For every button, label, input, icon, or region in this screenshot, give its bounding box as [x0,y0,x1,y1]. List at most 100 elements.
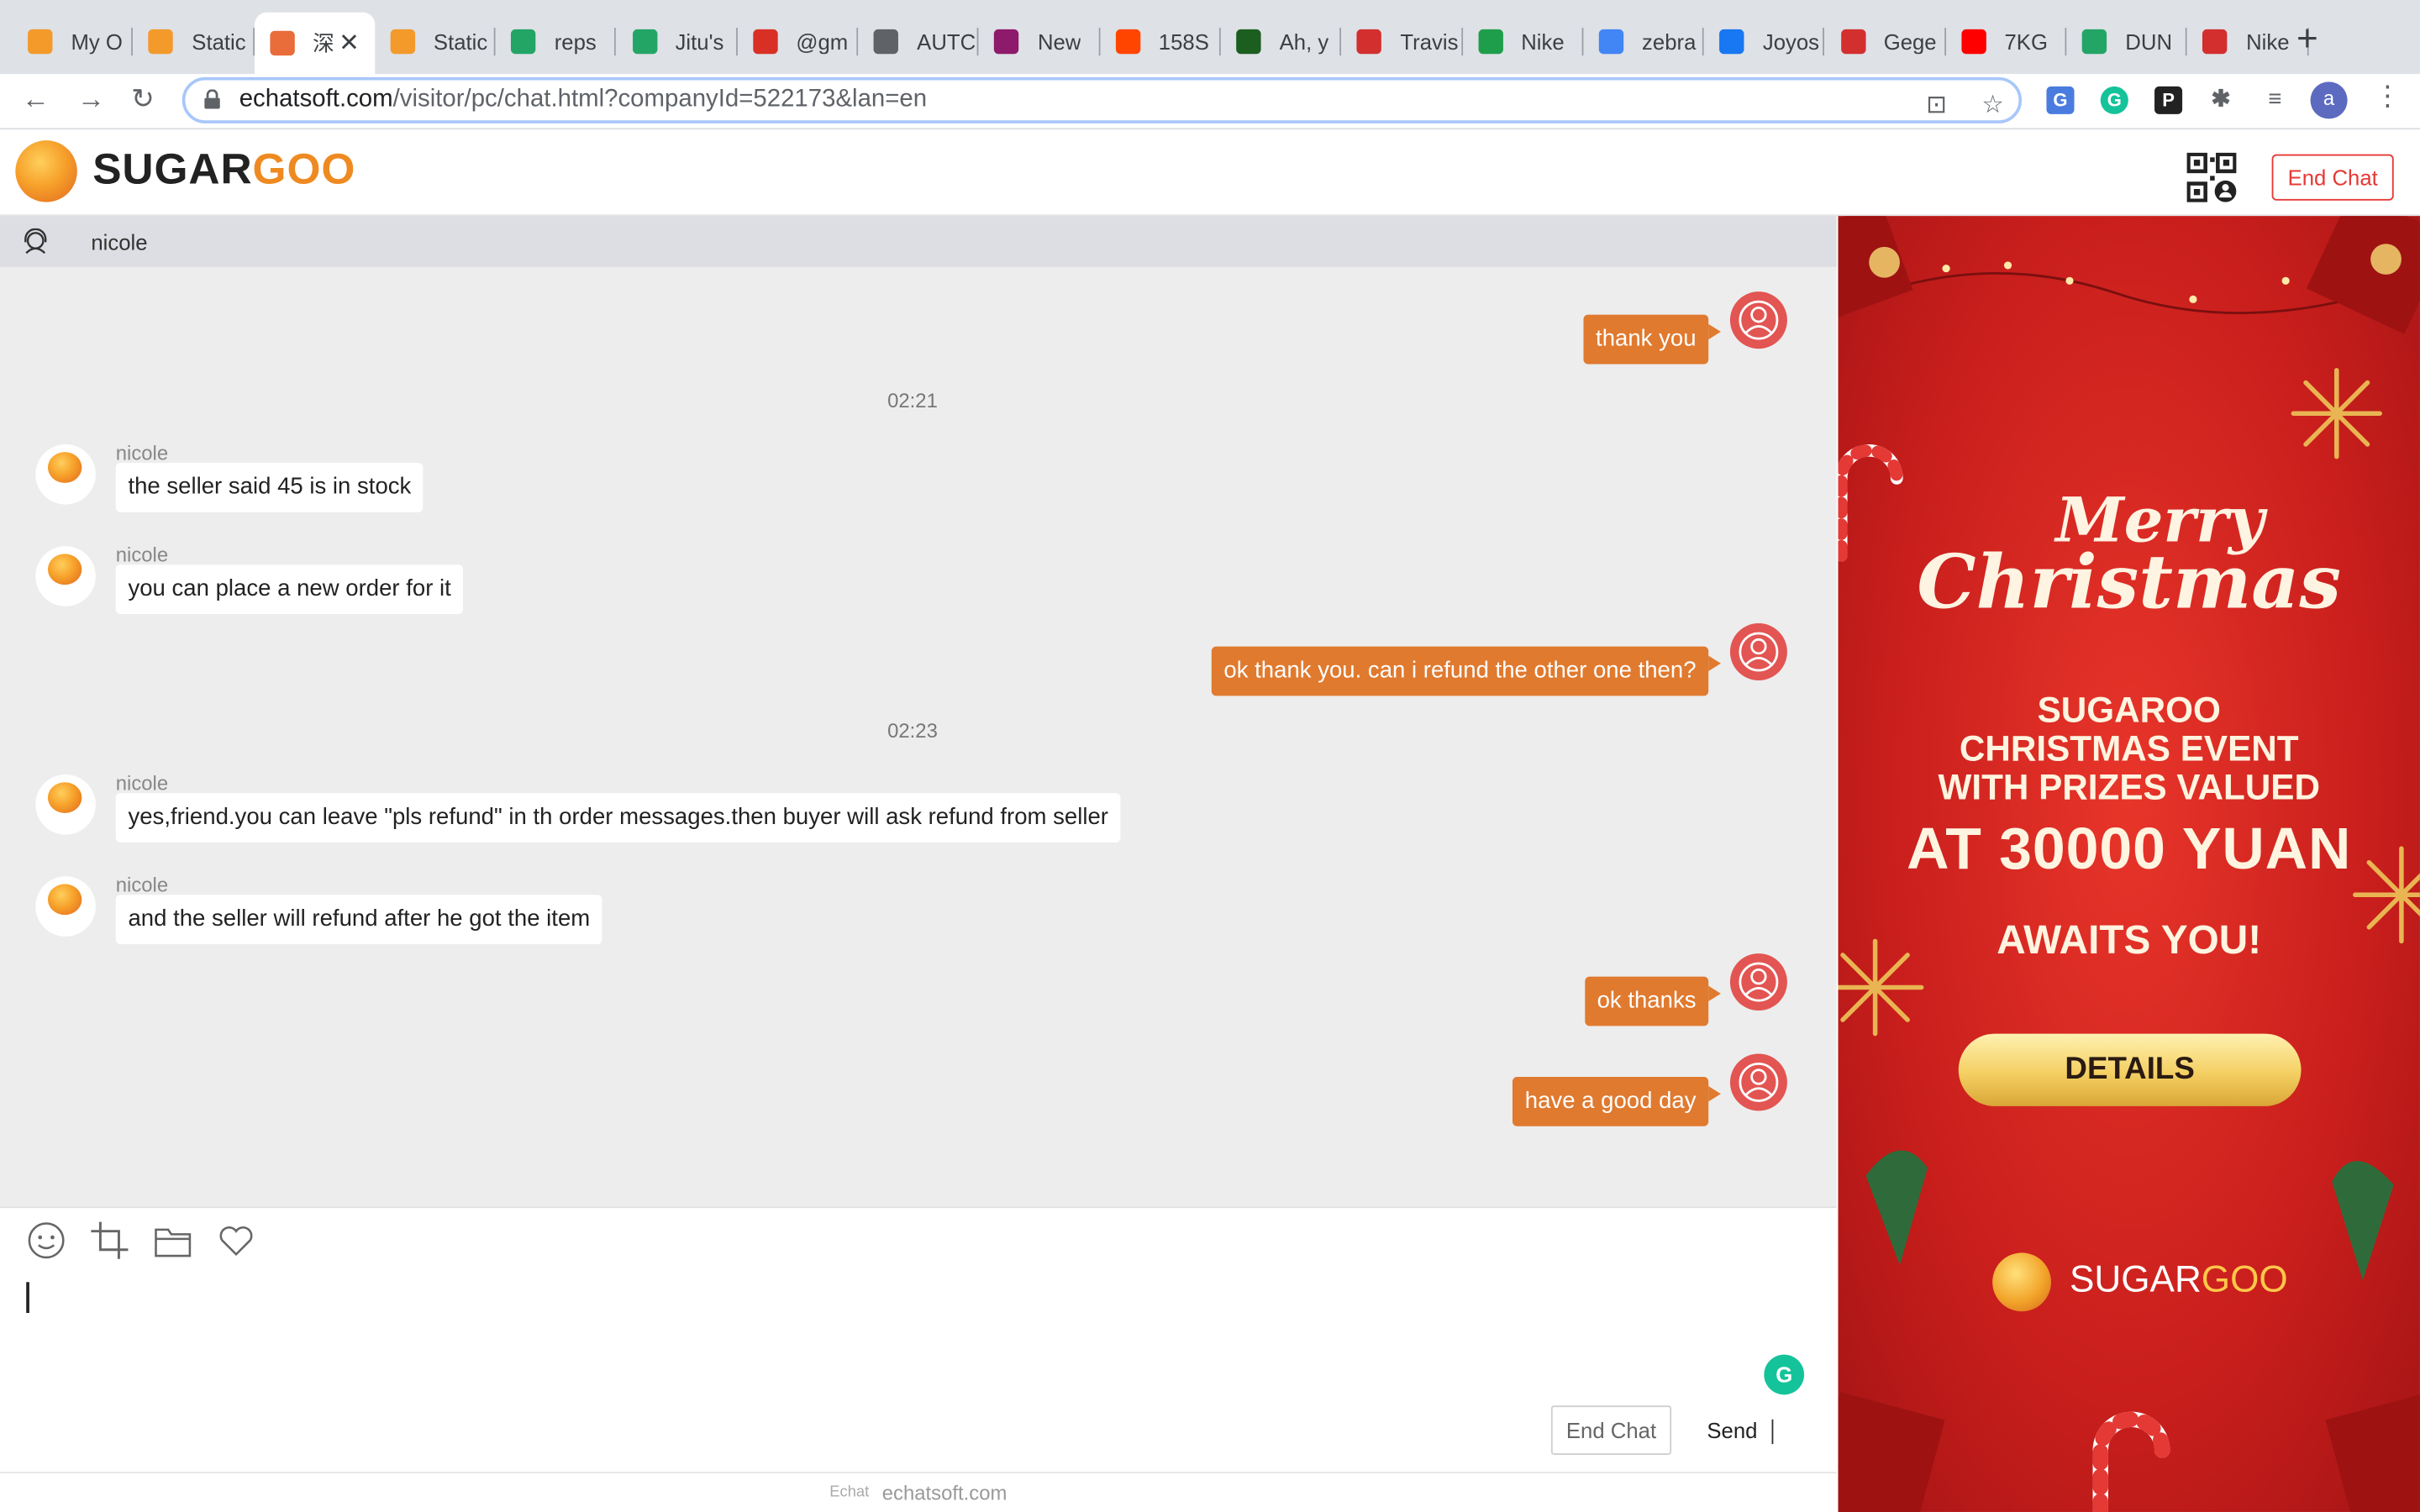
app-header: SUGARGOO End Chat [0,129,2420,217]
tab-label: Joyos [1762,29,1820,55]
grammarly-extension-icon[interactable]: G [2100,86,2128,114]
echat-logo: Echat [829,1483,870,1502]
reload-icon[interactable]: ↻ [131,83,155,116]
user-icon [1739,300,1779,340]
sugargoo-icon [390,29,415,55]
qr-code-icon[interactable] [2186,152,2237,202]
tab-label: AUTC [917,29,976,55]
browser-tab[interactable]: Joyos [1704,15,1825,67]
browser-toolbar: ← → ↻ echatsoft.com/visitor/pc/chat.html… [0,74,2420,130]
agent-name: nicole [91,229,148,255]
user-message: thank you [1583,314,1722,365]
christmas-text: Christmas [1917,539,2342,627]
send-button[interactable]: Send [1707,1418,1757,1442]
profile-avatar[interactable]: a [2310,81,2348,119]
tab-label: zebra [1642,29,1697,55]
agent-bar: nicole [0,216,1837,267]
menu-icon[interactable]: ⋮ [2374,81,2402,113]
browser-tab[interactable]: 7KG [1946,15,2067,67]
tab-label: Nike [1521,29,1565,55]
user-avatar [1729,623,1787,680]
sheets-icon [2081,29,2107,55]
send-divider [1771,1419,1774,1445]
agent-avatar [35,774,96,835]
banner-logo: SUGARGOO [2070,1258,2288,1301]
address-bar[interactable]: echatsoft.com/visitor/pc/chat.html?compa… [182,76,2023,123]
p-extension-icon[interactable]: P [2154,86,2183,114]
agent-headset-icon [24,228,47,255]
tab-label: My O [71,29,123,55]
browser-tab[interactable]: Ah, y [1221,15,1342,67]
user-message: ok thanks [1584,976,1722,1026]
message-input[interactable] [26,1282,29,1314]
christmas-banner[interactable]: Merry Christmas SUGAROO CHRISTMAS EVENT … [1838,216,2420,1512]
browser-tab[interactable]: reps [496,15,617,67]
end-chat-button-bottom[interactable]: End Chat [1550,1405,1672,1456]
sheets-icon [632,29,657,55]
browser-tab[interactable]: Jitu's [617,15,738,67]
agent-avatar [35,444,96,505]
details-button[interactable]: DETAILS [1958,1033,2302,1106]
sugargoo-logo-icon [47,452,82,483]
youtube-icon [1961,29,1986,55]
google-icon [1598,29,1624,55]
tab-label: 158S [1158,29,1209,55]
browser-tab[interactable]: Travis [1342,15,1463,67]
new-tab-icon[interactable]: + [2296,18,2318,61]
star-icon[interactable]: ☆ [1981,90,2003,121]
tab-label: Ah, y [1279,29,1329,55]
message-timestamp: 02:21 [887,388,938,412]
close-tab-icon[interactable]: ✕ [339,28,360,59]
url-text: echatsoft.com/visitor/pc/chat.html?compa… [239,86,928,113]
browser-tab[interactable]: 158S [1100,15,1221,67]
lf-icon [994,29,1019,55]
browser-tab[interactable]: DUN [2067,15,2188,67]
globe-icon [873,29,899,55]
media-queue-icon[interactable]: ≡ [2261,87,2289,114]
browser-tab[interactable]: 深 ✕ [254,12,376,75]
tab-label: Jitu's [675,29,724,55]
event-headline: SUGAROO CHRISTMAS EVENT WITH PRIZES VALU… [1839,690,2420,807]
browser-tab[interactable]: zebra [1583,15,1705,67]
merry-christmas-title: Merry Christmas [1839,490,2420,627]
browser-tab[interactable]: Nike [2187,15,2309,67]
browser-tab[interactable]: Static [134,15,255,67]
tab-label: Nike [2246,29,2290,55]
reddit-icon [1115,29,1140,55]
agent-message: you can place a new order for it [115,564,464,615]
heart-icon[interactable] [216,1221,256,1261]
translate-extension-icon[interactable]: G [2046,86,2075,114]
footer-site[interactable]: echatsoft.com [882,1481,1007,1504]
sugargoo-logo-icon [15,140,77,202]
event-line-2: CHRISTMAS EVENT [1959,727,2299,769]
emoji-icon[interactable] [26,1221,66,1261]
message-timestamp: 02:23 [887,718,938,743]
forward-icon[interactable]: → [77,83,105,116]
browser-tab[interactable]: New [979,15,1100,67]
browser-tab[interactable]: Gege [1825,15,1946,67]
sender-name: nicole [115,771,169,795]
tab-label: Gege [1883,29,1937,55]
translate-icon[interactable]: ⊡ [1926,90,1947,121]
back-icon[interactable]: ← [22,83,50,116]
sugargoo-logo-icon [47,884,82,916]
sugargoo-icon [28,29,53,55]
browser-tab[interactable]: @gm [738,15,859,67]
tab-label: Static [192,29,246,55]
grammarly-icon[interactable]: G [1764,1354,1805,1395]
browser-tab[interactable]: AUTC [858,15,980,67]
sheets-icon [511,29,536,55]
echat-icon [269,30,295,56]
tab-label: reps [554,29,597,55]
crop-icon[interactable] [90,1221,130,1261]
extensions-icon[interactable]: ✱ [2207,87,2234,114]
folder-icon[interactable] [153,1221,193,1261]
user-avatar [1729,1053,1787,1111]
sugargoo-logo: SUGARGOO [92,144,356,193]
browser-tab[interactable]: Nike [1462,15,1584,67]
browser-tab[interactable]: My O [13,15,134,67]
sender-name: nicole [115,543,169,567]
end-chat-button[interactable]: End Chat [2271,154,2394,201]
browser-tab[interactable]: Static [375,15,496,67]
store-icon [1357,29,1382,55]
